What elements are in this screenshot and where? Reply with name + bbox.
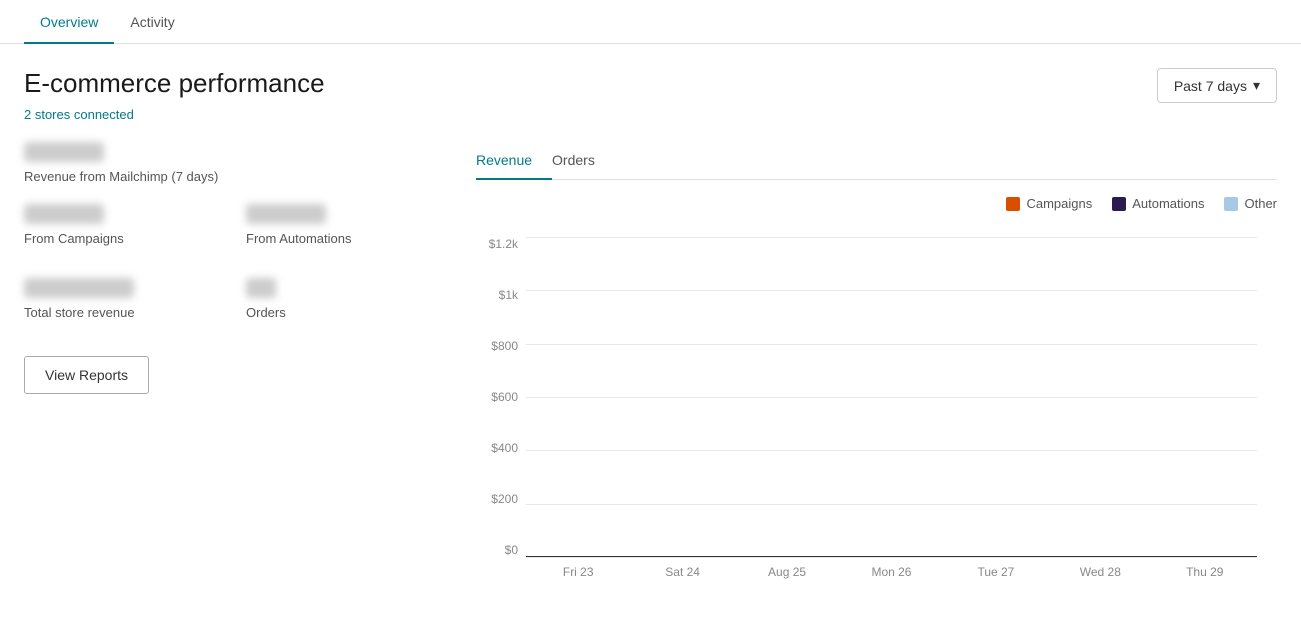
chart-legend: Campaigns Automations Other xyxy=(476,196,1277,211)
legend-automations: Automations xyxy=(1112,196,1204,211)
campaigns-value xyxy=(24,204,104,224)
automations-legend-dot xyxy=(1112,197,1126,211)
stores-connected-label: 2 stores connected xyxy=(24,107,1277,122)
legend-campaigns: Campaigns xyxy=(1006,196,1092,211)
orders-metric: Orders xyxy=(246,278,444,336)
header-row: E-commerce performance Past 7 days ▾ xyxy=(24,68,1277,103)
automations-metric: From Automations xyxy=(246,204,444,262)
y-label-3: $600 xyxy=(491,390,518,404)
automations-legend-label: Automations xyxy=(1132,196,1204,211)
x-label-tue27: Tue 27 xyxy=(944,565,1048,579)
right-panel: Revenue Orders Campaigns Automations Oth… xyxy=(476,142,1277,597)
nav-item-activity[interactable]: Activity xyxy=(114,0,190,44)
campaigns-metric: From Campaigns xyxy=(24,204,222,262)
main-content: E-commerce performance Past 7 days ▾ 2 s… xyxy=(0,44,1301,597)
tab-revenue[interactable]: Revenue xyxy=(476,142,552,180)
nav-item-overview[interactable]: Overview xyxy=(24,0,114,44)
bars-container xyxy=(526,237,1257,557)
campaigns-label: From Campaigns xyxy=(24,231,222,246)
x-label-sat24: Sat 24 xyxy=(630,565,734,579)
x-label-fri23: Fri 23 xyxy=(526,565,630,579)
x-label-mon26: Mon 26 xyxy=(839,565,943,579)
chart-area: $1.2k $1k $800 $600 $400 $200 $0 xyxy=(476,227,1277,597)
page-title: E-commerce performance xyxy=(24,68,325,99)
top-navigation: Overview Activity xyxy=(0,0,1301,44)
legend-other: Other xyxy=(1224,196,1277,211)
revenue-from-label: Revenue from Mailchimp (7 days) xyxy=(24,169,444,184)
orders-label: Orders xyxy=(246,305,444,320)
total-store-revenue-label: Total store revenue xyxy=(24,305,222,320)
total-store-revenue-value xyxy=(24,278,134,298)
y-label-1: $1k xyxy=(499,288,518,302)
date-filter-button[interactable]: Past 7 days ▾ xyxy=(1157,68,1277,103)
y-label-6: $0 xyxy=(505,543,518,557)
y-label-2: $800 xyxy=(491,339,518,353)
tab-orders[interactable]: Orders xyxy=(552,142,615,180)
y-axis: $1.2k $1k $800 $600 $400 $200 $0 xyxy=(476,237,526,557)
content-area: Revenue from Mailchimp (7 days) From Cam… xyxy=(24,142,1277,597)
date-filter-label: Past 7 days xyxy=(1174,78,1247,94)
total-store-revenue-metric: Total store revenue xyxy=(24,278,222,336)
left-panel: Revenue from Mailchimp (7 days) From Cam… xyxy=(24,142,444,597)
automations-value xyxy=(246,204,326,224)
y-label-5: $200 xyxy=(491,492,518,506)
orders-value xyxy=(246,278,276,298)
automations-label: From Automations xyxy=(246,231,444,246)
other-legend-dot xyxy=(1224,197,1238,211)
chevron-down-icon: ▾ xyxy=(1253,77,1260,94)
x-label-thu29: Thu 29 xyxy=(1153,565,1257,579)
metrics-grid: From Campaigns From Automations Total st… xyxy=(24,204,444,352)
y-label-4: $400 xyxy=(491,441,518,455)
campaigns-legend-label: Campaigns xyxy=(1026,196,1092,211)
view-reports-button[interactable]: View Reports xyxy=(24,356,149,394)
chart-tabs: Revenue Orders xyxy=(476,142,1277,180)
total-revenue-value xyxy=(24,142,104,162)
x-label-wed28: Wed 28 xyxy=(1048,565,1152,579)
y-label-0: $1.2k xyxy=(489,237,518,251)
x-label-aug25: Aug 25 xyxy=(735,565,839,579)
campaigns-legend-dot xyxy=(1006,197,1020,211)
x-axis: Fri 23 Sat 24 Aug 25 Mon 26 Tue 27 Wed 2… xyxy=(526,557,1257,597)
other-legend-label: Other xyxy=(1244,196,1277,211)
page-title-group: E-commerce performance xyxy=(24,68,325,99)
